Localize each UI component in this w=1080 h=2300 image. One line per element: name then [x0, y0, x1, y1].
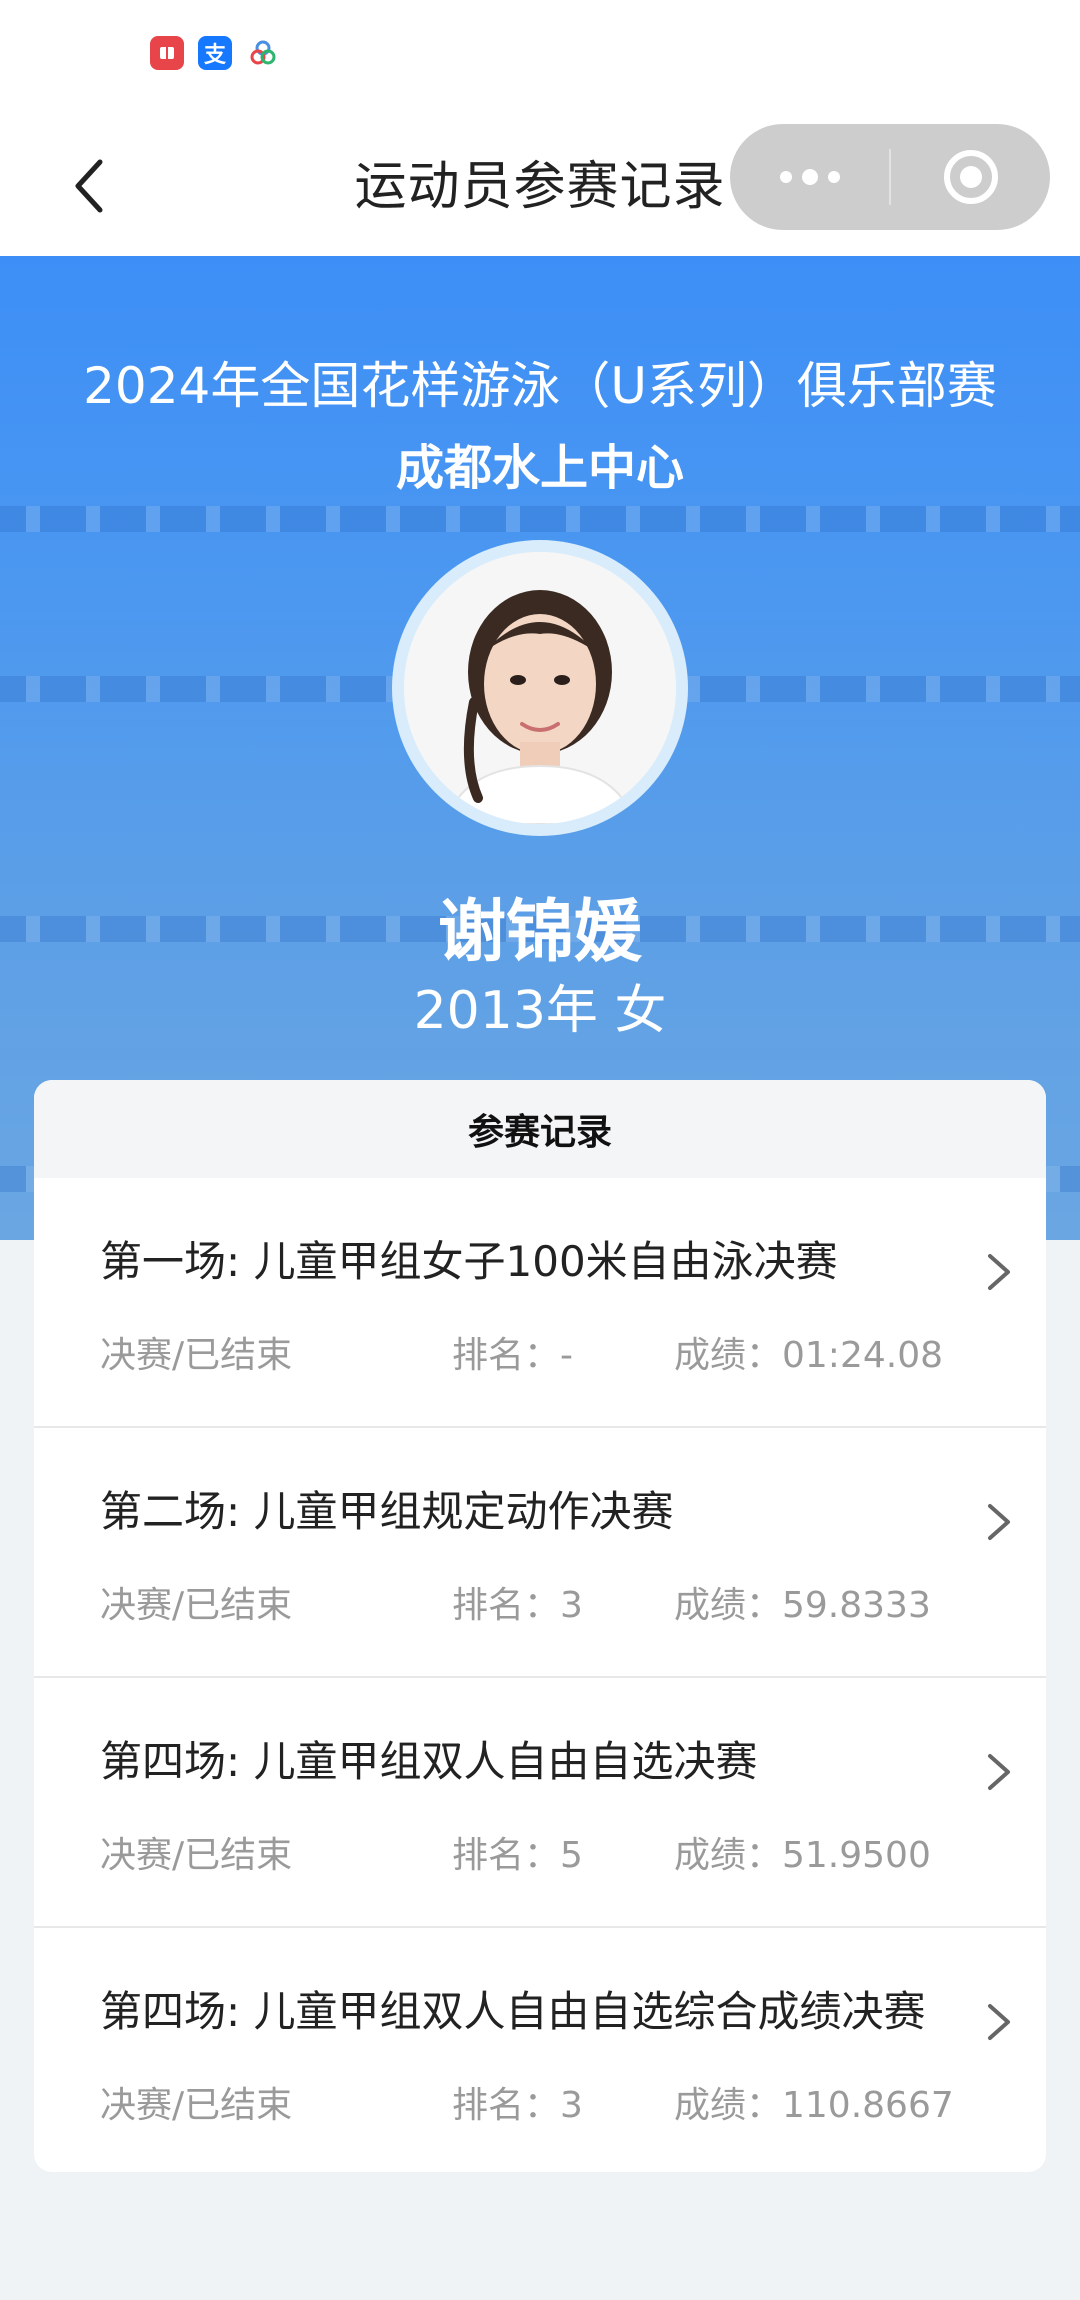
record-title: 第四场: 儿童甲组双人自由自选综合成绩决赛	[100, 1987, 926, 2036]
competition-title: 2024年全国花样游泳（U系列）俱乐部赛	[83, 357, 997, 415]
avatar-ring	[392, 540, 688, 836]
record-title: 第四场: 儿童甲组双人自由自选决赛	[100, 1737, 758, 1786]
record-item[interactable]: 第四场: 儿童甲组双人自由自选综合成绩决赛 决赛/已结束 排名：3 成绩：110…	[34, 1928, 1046, 2172]
record-card-header: 参赛记录	[34, 1080, 1046, 1178]
chevron-right-icon	[988, 1754, 1010, 1790]
more-button[interactable]	[730, 124, 889, 230]
athlete-birth-gender: 2013年 女	[413, 981, 667, 1041]
record-item[interactable]: 第一场: 儿童甲组女子100米自由泳决赛 决赛/已结束 排名：- 成绩：01:2…	[34, 1178, 1046, 1428]
club-name: 成都水上中心	[395, 440, 684, 496]
more-dots-icon	[779, 169, 840, 185]
mini-program-capsule	[730, 124, 1050, 230]
record-card: 参赛记录 第一场: 儿童甲组女子100米自由泳决赛 决赛/已结束 排名：- 成绩…	[34, 1080, 1046, 2172]
record-status: 决赛/已结束	[100, 1335, 293, 1376]
alipay-icon: 支	[198, 36, 232, 70]
chevron-right-icon	[988, 1254, 1010, 1290]
record-status: 决赛/已结束	[100, 1835, 293, 1876]
close-button[interactable]	[891, 124, 1050, 230]
record-rank: 排名：3	[452, 2085, 583, 2126]
record-rank: 排名：5	[452, 1835, 583, 1876]
red-app-icon	[150, 36, 184, 70]
record-score: 成绩：110.8667	[674, 2085, 954, 2126]
nav-bar: 运动员参赛记录	[0, 110, 1080, 256]
tricolor-app-icon	[246, 36, 280, 70]
record-score: 成绩：59.8333	[674, 1585, 931, 1626]
avatar	[404, 552, 676, 824]
record-status: 决赛/已结束	[100, 1585, 293, 1626]
record-item[interactable]: 第二场: 儿童甲组规定动作决赛 决赛/已结束 排名：3 成绩：59.8333	[34, 1428, 1046, 1678]
status-icons: 支	[150, 36, 280, 70]
record-status: 决赛/已结束	[100, 2085, 293, 2126]
chevron-right-icon	[988, 1504, 1010, 1540]
chevron-right-icon	[988, 2004, 1010, 2040]
record-score: 成绩：51.9500	[674, 1835, 931, 1876]
record-title: 第一场: 儿童甲组女子100米自由泳决赛	[100, 1237, 838, 1286]
status-bar: 支	[0, 0, 1080, 110]
record-rank: 排名：-	[452, 1335, 573, 1376]
lane-rope-decoration	[0, 506, 1080, 532]
record-rank: 排名：3	[452, 1585, 583, 1626]
record-score: 成绩：01:24.08	[674, 1335, 943, 1376]
target-close-icon	[943, 150, 998, 204]
athlete-name: 谢锦媛	[437, 893, 642, 972]
record-item[interactable]: 第四场: 儿童甲组双人自由自选决赛 决赛/已结束 排名：5 成绩：51.9500	[34, 1678, 1046, 1928]
record-title: 第二场: 儿童甲组规定动作决赛	[100, 1487, 674, 1536]
